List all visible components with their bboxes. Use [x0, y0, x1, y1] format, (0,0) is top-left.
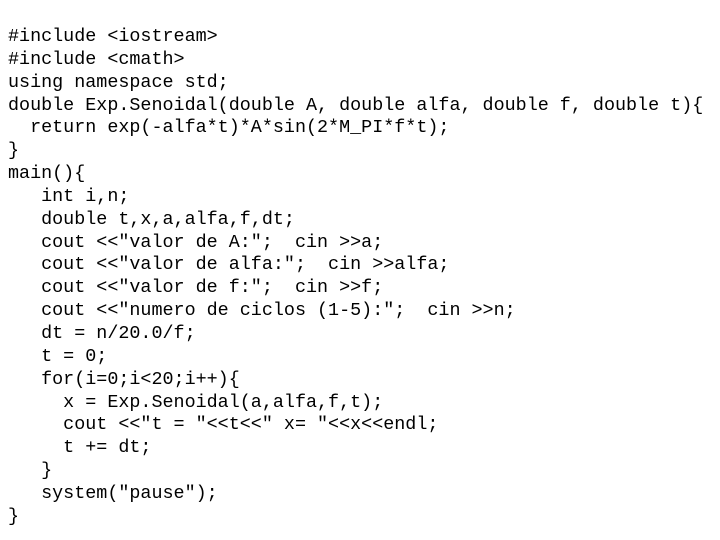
code-line: int i,n; [8, 185, 130, 207]
code-line: main(){ [8, 163, 86, 185]
code-line: double Exp.Senoidal(double A, double alf… [8, 94, 704, 116]
code-line: } [8, 505, 20, 527]
code-line: for(i=0;i<20;i++){ [8, 368, 240, 390]
code-line: return exp(-alfa*t)*A*sin(2*M_PI*f*t); [8, 117, 450, 139]
code-line: system("pause"); [8, 482, 218, 504]
code-line: x = Exp.Senoidal(a,alfa,f,t); [8, 391, 384, 413]
code-line: dt = n/20.0/f; [8, 322, 196, 344]
code-line: } [8, 140, 20, 162]
code-listing: #include <iostream> #include <cmath> using… [0, 0, 720, 540]
code-line: cout <<"valor de alfa:"; cin >>alfa; [8, 254, 450, 276]
code-line: cout <<"t = "<<t<<" x= "<<x<<endl; [8, 414, 439, 436]
code-line: t += dt; [8, 437, 152, 459]
code-line: cout <<"numero de ciclos (1-5):"; cin >>… [8, 300, 516, 322]
code-line: #include <iostream> [8, 26, 218, 47]
code-line: using namespace std; [8, 71, 229, 93]
code-line: cout <<"valor de A:"; cin >>a; [8, 231, 384, 253]
code-line: double t,x,a,alfa,f,dt; [8, 208, 295, 230]
code-line: cout <<"valor de f:"; cin >>f; [8, 277, 384, 299]
code-line: t = 0; [8, 345, 108, 367]
code-line: } [8, 460, 53, 482]
code-line: #include <cmath> [8, 48, 185, 70]
